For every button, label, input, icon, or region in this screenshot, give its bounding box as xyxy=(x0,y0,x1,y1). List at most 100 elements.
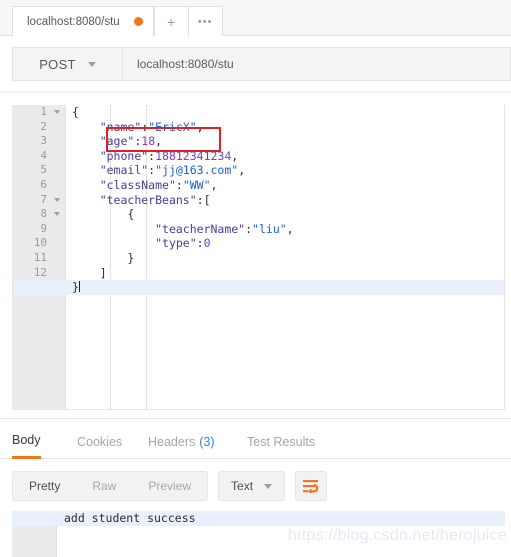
chevron-down-icon xyxy=(87,61,96,67)
json-token-punc xyxy=(72,222,155,236)
json-token-punc xyxy=(72,134,100,148)
json-token-num: 18812341234 xyxy=(155,148,232,163)
plus-icon: + xyxy=(167,13,176,30)
json-token-str: "EricX" xyxy=(148,119,197,134)
request-tab-strip: localhost:8080/stu + ••• xyxy=(0,0,511,36)
text-caret xyxy=(78,281,80,293)
json-token-punc: : xyxy=(175,177,183,192)
response-format-pretty[interactable]: Pretty xyxy=(13,472,76,500)
editor-line-number: 1 xyxy=(13,105,65,120)
response-section-divider xyxy=(0,418,511,419)
response-body-type-select[interactable]: Text xyxy=(218,471,286,501)
json-token-punc: } xyxy=(72,280,79,295)
chevron-down-icon xyxy=(264,483,273,489)
response-format-preview[interactable]: Preview xyxy=(132,472,207,500)
editor-line-number: 8 xyxy=(13,207,65,222)
editor-code-line: "type":0 xyxy=(67,236,504,251)
json-token-str: "jj@163.com" xyxy=(155,163,239,178)
json-token-key: "phone" xyxy=(99,148,149,163)
json-token-punc xyxy=(72,193,100,207)
json-token-key: "teacherBeans" xyxy=(99,192,197,207)
json-token-key: "age" xyxy=(99,134,135,149)
json-token-punc xyxy=(72,149,100,163)
editor-line-number-gutter: 12345678910111213 xyxy=(13,105,66,409)
json-token-punc: , xyxy=(286,221,294,236)
request-tab-localhost-stu[interactable]: localhost:8080/stu xyxy=(12,6,154,36)
json-token-punc: , xyxy=(231,148,239,163)
editor-line-number: 12 xyxy=(33,265,47,279)
editor-line-number: 9 xyxy=(40,221,47,235)
json-token-num: 0 xyxy=(203,236,211,251)
json-token-punc: :[ xyxy=(196,192,211,207)
response-format-raw[interactable]: Raw xyxy=(76,472,132,500)
response-tab-test-results[interactable]: Test Results xyxy=(247,424,315,459)
code-fold-arrow-icon[interactable] xyxy=(54,212,60,217)
editor-code-line: ] xyxy=(67,266,504,281)
word-wrap-icon xyxy=(303,479,319,493)
request-body-editor[interactable]: 12345678910111213 { "name":"EricX", "age… xyxy=(12,105,505,410)
editor-code-line: { xyxy=(67,105,504,120)
editor-code-line: "className":"WW", xyxy=(67,178,504,193)
json-token-punc: : xyxy=(196,236,204,251)
editor-line-number: 11 xyxy=(33,250,47,264)
request-url-text: localhost:8080/stu xyxy=(137,57,234,71)
editor-line-number: 3 xyxy=(40,134,47,148)
editor-line-number: 7 xyxy=(13,193,65,208)
editor-line-number: 10 xyxy=(33,236,47,250)
json-token-punc: , xyxy=(196,119,204,134)
response-format-toolbar: Pretty Raw Preview Text xyxy=(12,471,328,501)
editor-code-line: "teacherName":"liu", xyxy=(67,222,504,237)
response-tab-body[interactable]: Body xyxy=(12,424,41,459)
json-token-str: "WW" xyxy=(182,177,211,192)
json-token-punc xyxy=(72,178,100,192)
json-token-num: 18 xyxy=(141,134,156,149)
json-token-str: "liu" xyxy=(252,221,287,236)
json-token-punc: { xyxy=(72,105,79,119)
code-fold-arrow-icon[interactable] xyxy=(54,197,60,202)
response-tab-count-badge: (3) xyxy=(199,434,215,449)
json-token-punc: , xyxy=(210,177,218,192)
json-token-key: "type" xyxy=(155,236,197,251)
http-method-select[interactable]: POST xyxy=(12,47,122,81)
request-url-input[interactable]: localhost:8080/stu xyxy=(122,47,511,81)
response-tab-label: Headers xyxy=(148,434,196,449)
json-token-punc xyxy=(72,236,155,250)
tab-options-button[interactable]: ••• xyxy=(188,6,223,36)
request-url-bar: POST localhost:8080/stu xyxy=(0,36,511,92)
editor-code-line: "age":18, xyxy=(67,134,504,149)
response-body-viewer[interactable]: 1 add student success xyxy=(12,511,505,557)
http-method-label: POST xyxy=(39,56,76,72)
code-fold-arrow-icon[interactable] xyxy=(54,110,60,114)
json-token-punc: { xyxy=(72,207,135,222)
editor-code-line: { xyxy=(67,207,504,222)
response-body-type-label: Text xyxy=(231,479,254,493)
new-tab-button[interactable]: + xyxy=(153,6,189,36)
json-token-key: "className" xyxy=(99,177,176,192)
editor-code-line: "teacherBeans":[ xyxy=(67,193,504,208)
response-tab-cookies[interactable]: Cookies xyxy=(77,424,122,459)
request-tab-label: localhost:8080/stu xyxy=(27,15,120,28)
response-tab-headers[interactable]: Headers (3) xyxy=(148,424,215,459)
url-bar-shadow xyxy=(0,91,511,96)
editor-code-line: } xyxy=(13,280,504,295)
word-wrap-toggle-button[interactable] xyxy=(295,471,328,501)
editor-code-line: "phone":18812341234, xyxy=(67,149,504,164)
editor-code-line: } xyxy=(67,251,504,266)
json-token-punc: ] xyxy=(72,265,107,280)
response-tab-label: Body xyxy=(12,433,41,447)
json-token-key: "teacherName" xyxy=(155,221,246,236)
response-format-mode-group: Pretty Raw Preview xyxy=(12,471,209,501)
json-token-key: "name" xyxy=(99,119,142,134)
editor-code-line: "email":"jj@163.com", xyxy=(67,163,504,178)
json-token-punc xyxy=(72,163,100,177)
json-token-punc xyxy=(72,120,100,134)
json-token-punc: , xyxy=(155,134,163,149)
editor-code-area[interactable]: { "name":"EricX", "age":18, "phone":1881… xyxy=(13,105,504,409)
editor-line-number: 4 xyxy=(40,148,47,162)
editor-code-line: "name":"EricX", xyxy=(67,120,504,135)
editor-line-number: 2 xyxy=(40,119,47,133)
response-body-line-1: add student success xyxy=(12,511,505,526)
unsaved-changes-dot-icon xyxy=(133,17,143,26)
response-tab-label: Cookies xyxy=(77,434,123,449)
response-tab-bar: Body Cookies Headers (3) Test Results xyxy=(0,424,511,459)
